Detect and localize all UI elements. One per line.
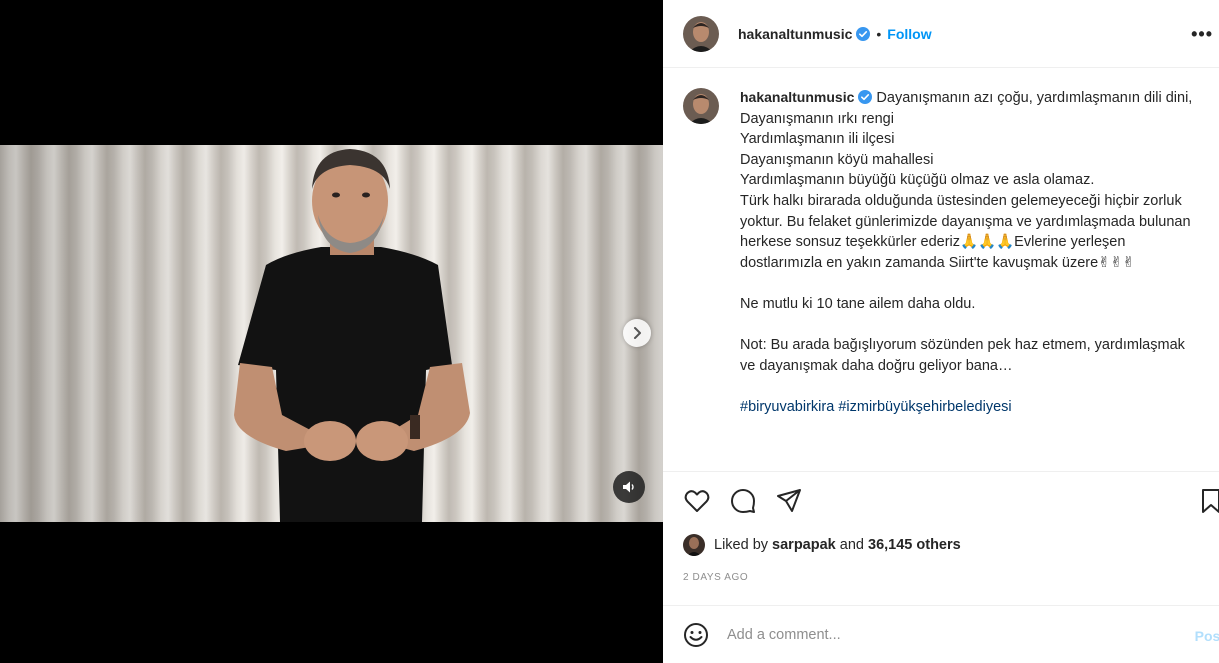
hashtag-link[interactable]: #biryuvabirkira — [740, 399, 834, 415]
emoji-icon[interactable] — [683, 622, 709, 648]
author-username[interactable]: hakanaltunmusic — [738, 26, 852, 42]
post-timestamp[interactable]: 2 DAYS AGO — [683, 572, 748, 583]
share-icon[interactable] — [775, 487, 803, 515]
comment-bar: Post — [663, 605, 1219, 663]
post-video[interactable] — [0, 145, 663, 522]
likes-summary: Liked by sarpapak and 36,145 others — [683, 534, 961, 556]
speaker-icon — [623, 481, 634, 493]
likes-prefix: Liked by — [714, 537, 769, 553]
bookmark-icon[interactable] — [1197, 487, 1219, 515]
comment-icon[interactable] — [729, 487, 757, 515]
liker-username[interactable]: sarpapak — [772, 537, 836, 553]
caption-paragraph: Not: Bu arada bağışlıyorum sözünden pek … — [740, 337, 1185, 374]
mute-toggle-button[interactable] — [613, 471, 645, 503]
verified-badge-icon — [856, 26, 871, 41]
post-comment-button[interactable]: Post — [1195, 628, 1219, 644]
caption-section: hakanaltunmusic Dayanışmanın azı çoğu, y… — [663, 69, 1219, 471]
liker-avatar[interactable] — [683, 534, 705, 556]
caption-line: Dayanışmanın azı çoğu, yardımlaşmanın di… — [876, 90, 1193, 106]
follow-button[interactable]: Follow — [887, 26, 931, 42]
caption-username[interactable]: hakanaltunmusic — [740, 89, 854, 105]
caption-line: Dayanışmanın köyü mahallesi — [740, 151, 934, 168]
caption-paragraph: Ne mutlu ki 10 tane ailem daha oldu. — [740, 295, 976, 312]
caption-line: Yardımlaşmanın ili ilçesi — [740, 131, 895, 148]
header-separator: • — [876, 25, 882, 42]
action-bar — [663, 471, 1219, 531]
media-viewer — [0, 0, 663, 663]
comment-input[interactable] — [727, 626, 1147, 643]
heart-icon[interactable] — [683, 487, 711, 515]
likes-others-link[interactable]: 36,145 others — [868, 537, 961, 553]
caption-text: hakanaltunmusic Dayanışmanın azı çoğu, y… — [740, 87, 1199, 471]
post-header: hakanaltunmusic • Follow ••• — [663, 0, 1219, 68]
next-slide-button[interactable] — [623, 319, 651, 347]
caption-line: Türk halkı birarada olduğunda üstesinden… — [740, 192, 1191, 271]
caption-avatar[interactable] — [683, 88, 719, 124]
more-options-button[interactable]: ••• — [1191, 24, 1213, 45]
caption-line: Yardımlaşmanın büyüğü küçüğü olmaz ve as… — [740, 172, 1095, 189]
hashtag-link[interactable]: #izmirbüyükşehirbelediyesi — [838, 399, 1011, 415]
avatar[interactable] — [683, 15, 719, 52]
chevron-right-icon — [634, 327, 641, 339]
video-person-figure — [234, 149, 470, 522]
caption-line: Dayanışmanın ırkı rengi — [740, 110, 894, 127]
post-details-panel: hakanaltunmusic • Follow ••• hakanaltunm… — [663, 0, 1219, 663]
caption-verified-badge-icon — [858, 90, 873, 104]
likes-middle: and — [839, 537, 864, 553]
